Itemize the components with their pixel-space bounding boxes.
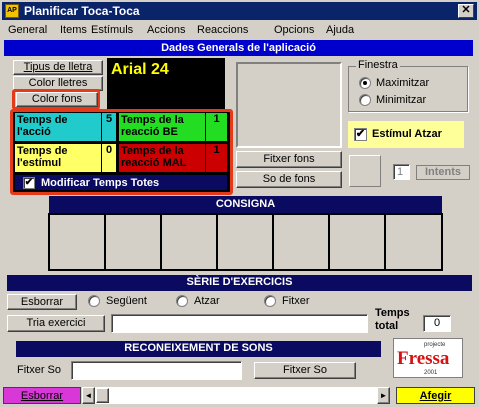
- temps-total-label: Temps total: [375, 307, 410, 332]
- font-type-button[interactable]: Tipus de lletra: [13, 60, 103, 75]
- scroll-track[interactable]: [95, 387, 377, 404]
- image-preview[interactable]: [236, 62, 342, 148]
- temps-accio-label: Temps de l'acció: [15, 113, 101, 141]
- fitxer-so-input[interactable]: [71, 361, 242, 380]
- seguent-label[interactable]: Següent: [106, 295, 147, 307]
- tria-exercici-button[interactable]: Tria exercici: [7, 315, 105, 332]
- sons-header: RECONEIXEMENT DE SONS: [16, 341, 381, 357]
- temps-total-input[interactable]: 0: [423, 315, 451, 332]
- consigna-cell-5[interactable]: [274, 215, 328, 269]
- estimul-atzar-label[interactable]: Estímul Atzar: [372, 128, 442, 140]
- atzar-label[interactable]: Atzar: [194, 295, 220, 307]
- background-color-button[interactable]: Color fons: [16, 92, 98, 107]
- small-image-button[interactable]: [349, 155, 381, 187]
- atzar-radio[interactable]: [176, 295, 188, 307]
- font-preview: Arial 24: [107, 58, 225, 110]
- modificar-temps-checkbox[interactable]: ✔: [23, 177, 35, 189]
- close-button[interactable]: ✕: [458, 4, 474, 18]
- consigna-cell-6[interactable]: [330, 215, 384, 269]
- intents-input[interactable]: 1: [393, 164, 410, 180]
- maximitzar-radio[interactable]: [359, 77, 371, 89]
- minimitzar-label[interactable]: Minimitzar: [376, 94, 426, 106]
- afegir-button[interactable]: Afegir: [396, 387, 475, 404]
- menu-ajuda[interactable]: Ajuda: [326, 24, 354, 36]
- maximitzar-label[interactable]: Maximitzar: [376, 77, 429, 89]
- menu-items[interactable]: Items: [60, 24, 87, 36]
- title-bar: AP Planificar Toca-Toca ✕: [2, 2, 477, 20]
- menu-general[interactable]: General: [8, 24, 47, 36]
- menu-bar: General Items Estímuls Accions Reaccions…: [2, 21, 477, 39]
- logo-name: Fressa: [397, 348, 450, 369]
- serie-esborrar-button[interactable]: Esborrar: [7, 294, 77, 310]
- fitxer-radio[interactable]: [264, 295, 276, 307]
- fitxer-fons-button[interactable]: Fitxer fons: [236, 151, 342, 168]
- modificar-temps-label[interactable]: Modificar Temps Totes: [41, 177, 159, 189]
- scroll-left-button[interactable]: ◄: [82, 387, 95, 404]
- intents-label: Intents: [416, 165, 470, 180]
- temps-reaccio-be-label: Temps de la reacció BE: [119, 113, 205, 141]
- general-data-header: Dades Generals de l'aplicació: [4, 40, 473, 56]
- fitxer-so-label: Fitxer So: [17, 364, 62, 376]
- temps-reaccio-mal-label: Temps de la reacció MAL: [119, 144, 205, 172]
- serie-header: SÈRIE D'EXERCICIS: [7, 275, 472, 291]
- consigna-header: CONSIGNA: [49, 196, 442, 213]
- fitxer-label[interactable]: Fitxer: [282, 295, 310, 307]
- menu-estimuls[interactable]: Estímuls: [91, 24, 133, 36]
- window-title: Planificar Toca-Toca: [24, 4, 140, 18]
- temps-reaccio-be-value[interactable]: 1: [206, 113, 227, 141]
- temps-estimul-label: Temps de l'estímul: [15, 144, 101, 172]
- temps-estimul-value[interactable]: 0: [102, 144, 116, 172]
- scroll-right-button[interactable]: ►: [377, 387, 390, 404]
- temps-accio-value[interactable]: 5: [102, 113, 116, 141]
- menu-opcions[interactable]: Opcions: [274, 24, 314, 36]
- minimitzar-radio[interactable]: [359, 94, 371, 106]
- estimul-atzar-checkbox[interactable]: ✔: [354, 128, 367, 141]
- consigna-cell-4[interactable]: [218, 215, 272, 269]
- scroll-thumb[interactable]: [96, 388, 109, 403]
- so-de-fons-button[interactable]: So de fons: [236, 171, 342, 188]
- consigna-cell-2[interactable]: [106, 215, 160, 269]
- finestra-title: Finestra: [356, 59, 400, 71]
- seguent-radio[interactable]: [88, 295, 100, 307]
- logo-year: 2001: [424, 370, 438, 376]
- consigna-cell-1[interactable]: [50, 215, 104, 269]
- fitxer-so-button[interactable]: Fitxer So: [254, 362, 356, 379]
- bottom-esborrar-button[interactable]: Esborrar: [3, 387, 81, 404]
- fressa-logo: projecte Fressa 2001: [393, 338, 463, 378]
- menu-reaccions[interactable]: Reaccions: [197, 24, 248, 36]
- app-icon: AP: [5, 4, 19, 18]
- consigna-cell-7[interactable]: [386, 215, 441, 269]
- menu-accions[interactable]: Accions: [147, 24, 186, 36]
- consigna-cell-3[interactable]: [162, 215, 216, 269]
- temps-reaccio-mal-value[interactable]: 1: [206, 144, 227, 172]
- exercici-input[interactable]: [111, 314, 368, 333]
